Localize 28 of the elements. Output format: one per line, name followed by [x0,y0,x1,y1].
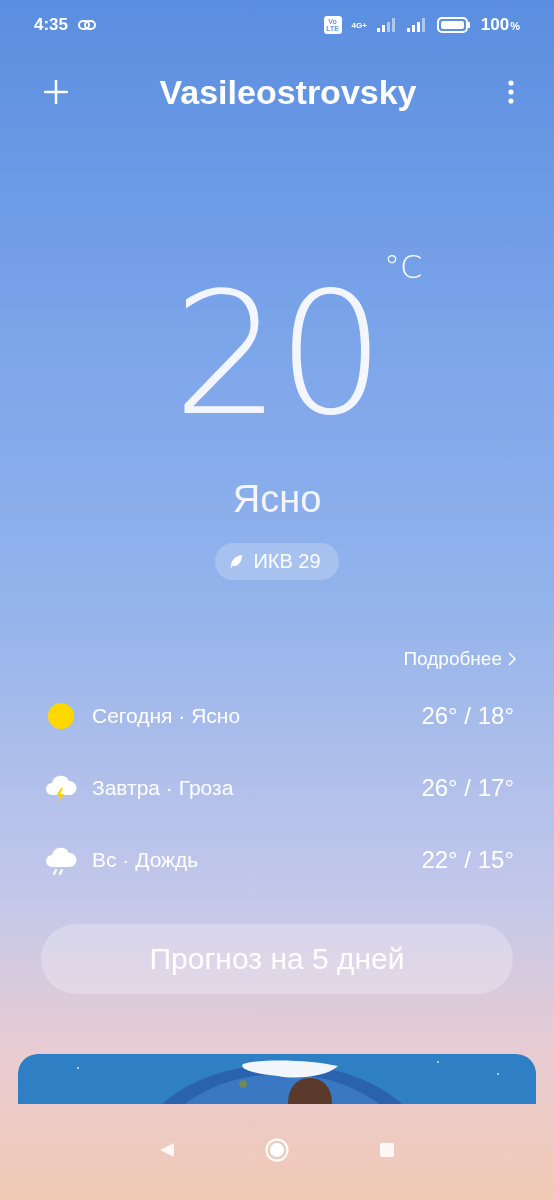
forecast-day: Сегодня · Ясно [92,704,408,728]
percent-sign: % [510,20,520,32]
air-quality-index: ИКВ 29 [253,550,321,573]
home-icon[interactable] [265,1138,289,1162]
back-icon[interactable] [159,1142,175,1158]
temperature: 20 [172,254,382,454]
temperature-range: 26° / 17° [421,774,514,802]
chevron-right-icon [508,652,516,666]
battery-level: 100 [480,15,510,35]
air-quality-badge[interactable]: ИКВ 29 [215,543,339,580]
temperature-range: 26° / 18° [421,702,514,730]
battery-icon [436,17,471,33]
temperature-unit: °C [384,248,423,286]
leaf-icon [229,553,244,570]
temperature-range: 22° / 15° [421,846,514,874]
more-icon[interactable] [508,80,514,104]
details-link[interactable]: Подробнее [403,648,516,670]
clock-time: 4:35 [34,15,69,35]
forecast-day: Вс · Дождь [92,848,408,872]
forecast-day: Завтра · Гроза [92,776,408,800]
link-icon [78,20,97,30]
recent-apps-icon[interactable] [379,1142,395,1158]
weather-condition: Ясно [231,478,323,521]
signal-icon [376,18,397,32]
add-icon[interactable] [44,80,68,104]
signal-icon [406,18,427,32]
network-type: 4G+ [351,20,367,30]
city-name: Vasileostrovsky [158,72,418,112]
